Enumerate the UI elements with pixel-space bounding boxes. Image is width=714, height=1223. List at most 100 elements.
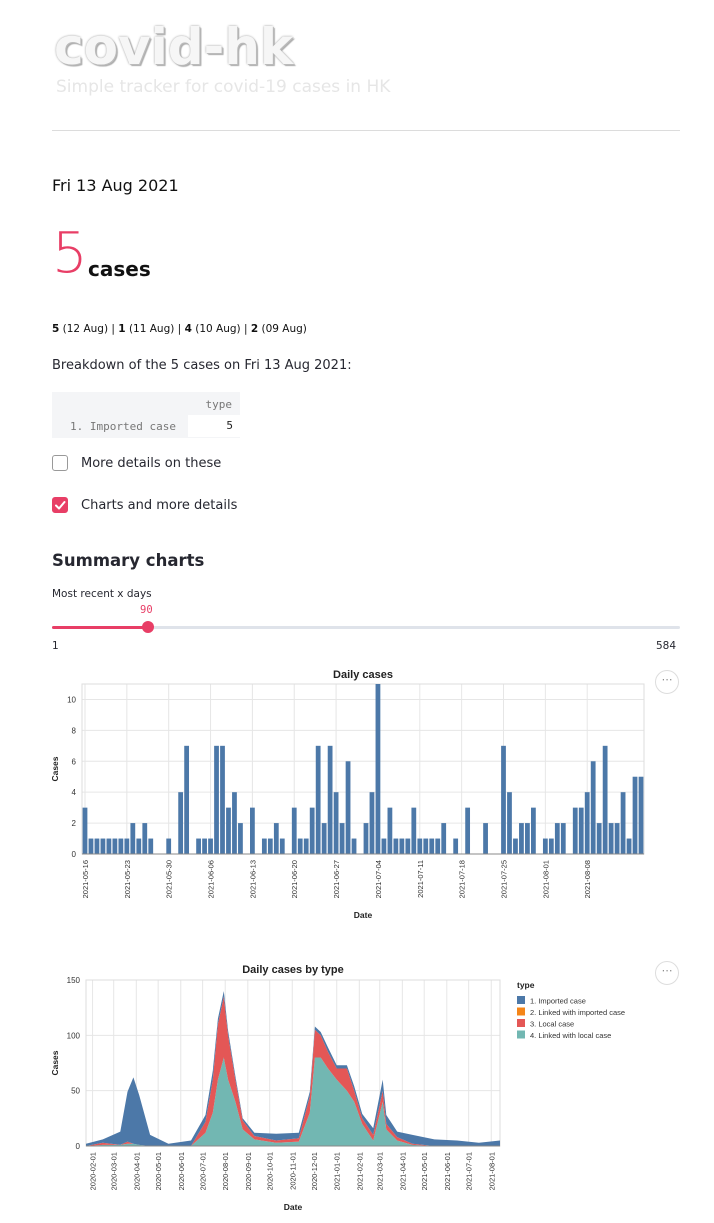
bar <box>273 823 279 854</box>
y-axis-label: Cases <box>50 756 60 781</box>
recent-date: (09 Aug) <box>261 323 307 335</box>
bar <box>375 684 381 854</box>
bar <box>250 807 255 854</box>
bar <box>614 823 620 854</box>
bar <box>441 823 447 854</box>
x-tick-label: 2020-12-01 <box>310 1152 319 1190</box>
report-date: Fri 13 Aug 2021 <box>52 176 179 195</box>
x-tick-label: 2021-04-01 <box>398 1152 407 1190</box>
x-tick-label: 2020-03-01 <box>110 1152 119 1190</box>
bar <box>387 807 393 854</box>
y-tick-label: 150 <box>67 976 81 985</box>
legend-label: 1. Imported case <box>530 997 586 1006</box>
bar <box>130 823 136 854</box>
bar <box>178 792 184 854</box>
bar <box>351 838 357 854</box>
area-series-imported <box>86 991 500 1146</box>
table-header: type <box>205 398 233 411</box>
y-tick-label: 50 <box>71 1087 80 1096</box>
breakdown-table: type 1. Imported case 5 <box>52 392 240 438</box>
x-tick-label: 2021-05-16 <box>81 860 90 898</box>
y-tick-label: 2 <box>72 819 77 828</box>
bar <box>309 807 315 854</box>
bar <box>435 838 441 854</box>
recent-date: (10 Aug) <box>195 323 241 335</box>
bar <box>100 838 106 854</box>
x-tick-label: 2020-06-01 <box>177 1152 186 1190</box>
bar <box>345 761 351 854</box>
bar <box>507 792 512 854</box>
x-tick-label: 2021-06-06 <box>207 860 216 898</box>
charts-details-checkbox[interactable] <box>52 497 68 513</box>
x-tick-label: 2021-08-01 <box>541 860 550 898</box>
bar <box>572 807 578 854</box>
bar <box>525 823 530 854</box>
legend-swatch <box>517 1019 525 1027</box>
bar <box>142 823 148 854</box>
more-details-label[interactable]: More details on these <box>81 456 221 471</box>
recent-count: 2 <box>250 323 259 335</box>
x-tick-label: 2020-04-01 <box>132 1152 141 1190</box>
bar <box>411 807 417 854</box>
chart-actions-more-icon[interactable]: ⋯ <box>655 670 679 694</box>
daily-cases-chart: Daily cases 0 2 4 6 8 10 2021-05-16 2021-05-23 20… <box>50 669 645 920</box>
slider-value: 90 <box>140 604 153 616</box>
area-series-local <box>86 996 500 1146</box>
case-count: 5 <box>52 221 88 286</box>
x-tick-label: 2021-07-18 <box>458 860 467 898</box>
slider-label: Most recent x days <box>52 588 152 600</box>
app-logo-title: covid-hk <box>54 18 294 76</box>
legend-title: type <box>517 980 535 990</box>
bar <box>136 838 142 854</box>
x-tick-label: 2020-07-01 <box>199 1152 208 1190</box>
x-tick-label: 2021-01-01 <box>333 1152 342 1190</box>
bar <box>291 807 297 854</box>
x-tick-label: 2021-05-23 <box>123 860 132 898</box>
slider-thumb[interactable] <box>142 621 154 633</box>
bar <box>327 745 333 854</box>
bar <box>82 807 88 854</box>
section-title: Summary charts <box>52 551 205 570</box>
bar <box>632 776 638 854</box>
more-details-checkbox[interactable] <box>52 455 68 471</box>
table-row-label: 1. Imported case <box>70 420 176 433</box>
header-divider <box>52 130 680 131</box>
bar <box>279 838 285 854</box>
bar <box>531 807 536 854</box>
bar <box>232 792 237 854</box>
bar <box>208 838 213 854</box>
bar <box>106 838 112 854</box>
bar <box>261 838 267 854</box>
legend-label: 3. Local case <box>530 1020 574 1029</box>
bar <box>405 838 411 854</box>
bar <box>602 745 608 854</box>
slider-min: 1 <box>52 640 59 652</box>
x-tick-label: 2021-02-01 <box>355 1152 364 1190</box>
y-tick-label: 0 <box>72 850 77 859</box>
bar <box>363 823 369 854</box>
app-tagline: Simple tracker for covid-19 cases in HK <box>56 77 391 97</box>
bar <box>393 838 399 854</box>
bar <box>226 807 231 854</box>
y-tick-label: 8 <box>72 726 77 735</box>
bar <box>554 823 560 854</box>
bar <box>560 823 566 854</box>
bar <box>519 823 524 854</box>
bar <box>548 838 554 854</box>
y-tick-label: 4 <box>72 788 77 797</box>
charts-details-label[interactable]: Charts and more details <box>81 498 237 513</box>
bar <box>184 745 190 854</box>
x-tick-label: 2021-03-01 <box>376 1152 385 1190</box>
bar <box>626 838 632 854</box>
x-tick-label: 2021-05-30 <box>165 860 174 898</box>
bar <box>584 792 590 854</box>
bar <box>423 838 429 854</box>
x-tick-label: 2021-07-11 <box>416 860 425 898</box>
bar <box>339 823 345 854</box>
x-tick-label: 2020-09-01 <box>244 1152 253 1190</box>
bar <box>578 807 584 854</box>
breakdown-text: Breakdown of the 5 cases on Fri 13 Aug 2… <box>52 358 352 373</box>
bar <box>214 745 219 854</box>
bar <box>166 838 172 854</box>
x-tick-label: 2021-07-04 <box>374 860 383 898</box>
